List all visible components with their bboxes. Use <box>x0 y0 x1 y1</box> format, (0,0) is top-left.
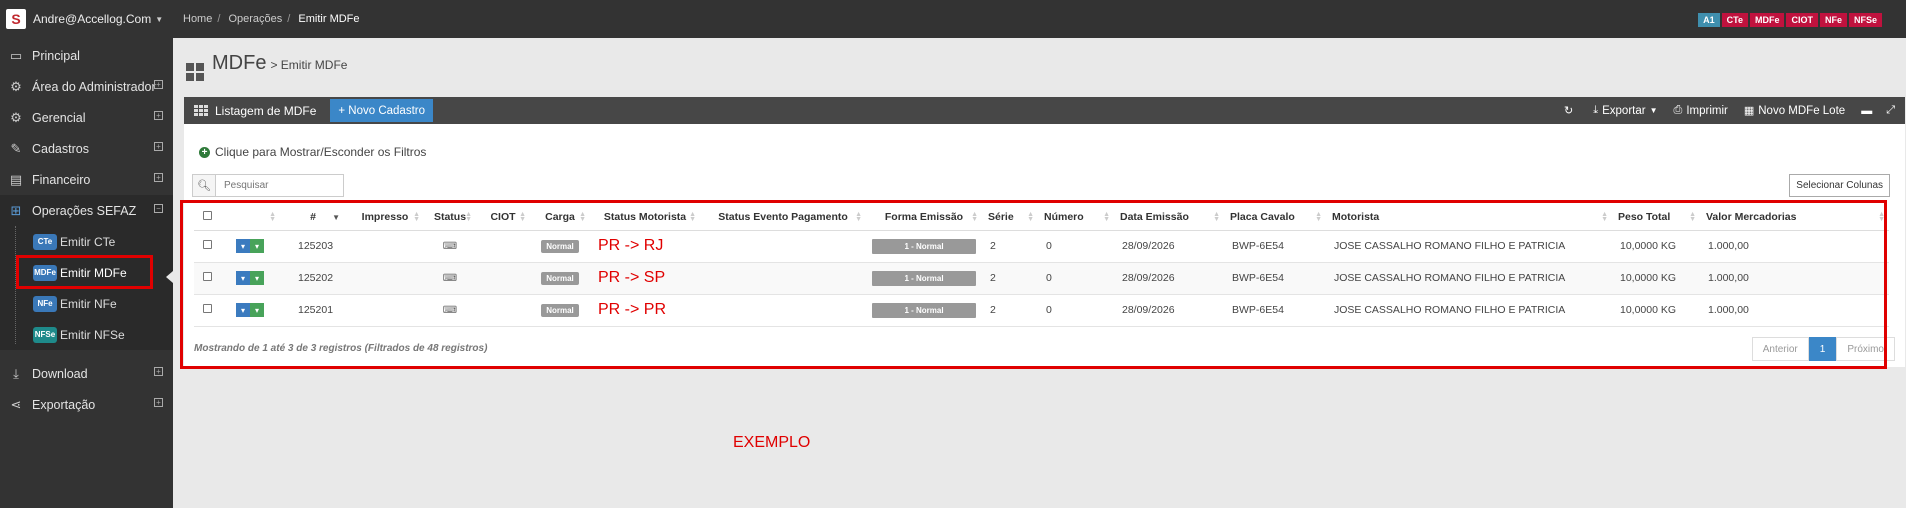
windows-icon <box>186 63 204 81</box>
fullscreen-button[interactable]: ⤢ <box>1886 104 1899 117</box>
highlight-box <box>180 200 1887 369</box>
search-input[interactable] <box>216 174 344 197</box>
new-record-button[interactable]: + Novo Cadastro <box>330 99 433 122</box>
sidebar-item-operacoes-sefaz[interactable]: ⊞ Operações SEFAZ − <box>0 195 173 226</box>
edit-icon: ✎ <box>10 140 22 156</box>
sidebar-item-cadastros[interactable]: ✎ Cadastros + <box>0 133 173 164</box>
share-icon: ⋖ <box>10 396 22 412</box>
sidebar-item-financeiro[interactable]: ▤ Financeiro + <box>0 164 173 195</box>
active-indicator-arrow <box>166 271 173 283</box>
breadcrumb: Home / Operações / Emitir MDFe <box>183 13 360 25</box>
expand-icon: + <box>154 367 163 376</box>
windows-icon: ⊞ <box>10 202 22 218</box>
page-title-main: MDFe <box>212 52 267 74</box>
user-menu[interactable]: S Andre@Accellog.Com ▼ <box>0 0 173 38</box>
nfe-icon: NFe <box>33 295 57 312</box>
sidebar-item-label: Operações SEFAZ <box>32 203 137 218</box>
new-batch-button[interactable]: ▦ Novo MDFe Lote <box>1743 104 1845 118</box>
badge-cte: CTe <box>1721 13 1748 27</box>
gears-icon: ⚙ <box>10 109 22 125</box>
page-title: MDFe > Emitir MDFe <box>186 52 348 81</box>
refresh-button[interactable]: ↻ <box>1564 104 1577 117</box>
filter-toggle[interactable]: + Clique para Mostrar/Esconder os Filtro… <box>199 145 426 159</box>
sidebar-subitem-label: Emitir CTe <box>60 234 116 249</box>
badge-mdfe: MDFe <box>1749 13 1785 27</box>
breadcrumb-operacoes[interactable]: Operações <box>228 13 282 25</box>
money-icon: ▤ <box>9 171 23 187</box>
monitor-icon: ▭ <box>9 47 23 63</box>
expand-icon: + <box>154 398 163 407</box>
sidebar-item-admin[interactable]: ⚙ Área do Administrador + <box>0 71 173 102</box>
plus-circle-icon: + <box>199 146 210 158</box>
sidebar-item-principal[interactable]: ▭ Principal <box>0 40 173 71</box>
example-annotation: EXEMPLO <box>733 434 811 451</box>
filter-toggle-label: Clique para Mostrar/Esconder os Filtros <box>215 145 427 159</box>
certificate-badges: A1 CTe MDFe CIOT NFe NFSe <box>1696 13 1882 27</box>
app-logo: S <box>6 9 26 29</box>
badge-ciot: CIOT <box>1786 13 1818 27</box>
table-icon <box>194 105 208 116</box>
expand-icon: ⤢ <box>1886 104 1895 116</box>
refresh-icon: ↻ <box>1564 105 1574 117</box>
panel-header: Listagem de MDFe + Novo Cadastro ↻ ⤓ Expo… <box>184 97 1905 124</box>
expand-icon: + <box>154 80 163 89</box>
cte-icon: CTe <box>33 233 57 250</box>
search-box: 🔍︎ <box>192 174 344 197</box>
select-columns-button[interactable]: Selecionar Colunas <box>1789 174 1890 197</box>
expand-icon: + <box>154 111 163 120</box>
sidebar-item-download[interactable]: ⤓ Download + <box>0 358 173 389</box>
sidebar-item-exportacao[interactable]: ⋖ Exportação + <box>0 389 173 420</box>
top-bar: Home / Operações / Emitir MDFe A1 CTe MDFe… <box>173 0 1906 38</box>
user-name: Andre@Accellog.Com <box>33 12 152 26</box>
print-button[interactable]: ⎙ Imprimir <box>1674 104 1728 117</box>
batch-icon: ▦ <box>1743 105 1755 117</box>
highlight-box <box>16 255 153 289</box>
export-button[interactable]: ⤓ Exportar ▼ <box>1593 104 1657 117</box>
expand-icon: + <box>154 173 163 182</box>
sidebar-item-label: Gerencial <box>32 110 86 125</box>
sidebar-item-label: Financeiro <box>32 172 91 187</box>
sidebar-subitem-emitir-nfe[interactable]: NFe Emitir NFe <box>0 288 173 319</box>
minus-icon: ▬ <box>1861 104 1873 117</box>
download-icon: ⤓ <box>13 365 19 381</box>
sidebar-item-label: Download <box>32 366 88 381</box>
sidebar-subitem-emitir-cte[interactable]: CTe Emitir CTe <box>0 226 173 257</box>
sidebar-subitem-emitir-nfse[interactable]: NFSe Emitir NFSe <box>0 319 173 350</box>
print-icon: ⎙ <box>1673 104 1683 116</box>
gears-icon: ⚙ <box>10 78 22 94</box>
sidebar-item-gerencial[interactable]: ⚙ Gerencial + <box>0 102 173 133</box>
sidebar-subitem-label: Emitir NFSe <box>60 327 125 342</box>
panel-title-text: Listagem de MDFe <box>215 103 317 118</box>
sidebar-item-label: Área do Administrador <box>32 79 156 94</box>
sidebar-item-label: Exportação <box>32 397 96 412</box>
search-icon: 🔍︎ <box>192 174 216 197</box>
badge-a1: A1 <box>1698 13 1720 27</box>
badge-nfse: NFSe <box>1848 13 1882 27</box>
sidebar-item-label: Principal <box>32 48 80 63</box>
page-title-sub: > Emitir MDFe <box>270 58 348 72</box>
chevron-down-icon: ▼ <box>1649 106 1658 115</box>
chevron-down-icon: ▼ <box>155 14 164 24</box>
panel-actions: ↻ ⤓ Exportar ▼ ⎙ Imprimir ▦ Novo MDFe Lote ▬… <box>1548 97 1899 124</box>
minimize-button[interactable]: ▬ <box>1861 105 1876 117</box>
breadcrumb-current: Emitir MDFe <box>298 13 360 25</box>
sidebar-item-label: Cadastros <box>32 141 89 156</box>
breadcrumb-home[interactable]: Home <box>183 13 212 25</box>
expand-icon: + <box>154 142 163 151</box>
badge-nfe: NFe <box>1819 13 1847 27</box>
sidebar: S Andre@Accellog.Com ▼ ▭ Principal ⚙ Áre… <box>0 0 173 508</box>
panel-title: Listagem de MDFe <box>184 104 316 118</box>
sidebar-subitem-label: Emitir NFe <box>60 296 117 311</box>
download-icon: ⤓ <box>1593 104 1599 116</box>
nfse-icon: NFSe <box>33 326 57 343</box>
collapse-icon: − <box>154 204 163 213</box>
